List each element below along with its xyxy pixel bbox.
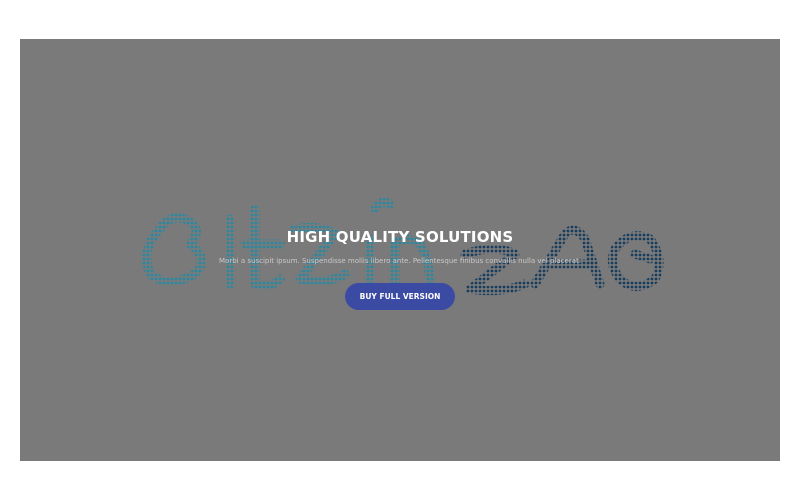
hero-subtitle: Morbi a suscipit ipsum. Suspendisse moll… [219, 257, 581, 265]
buy-full-version-button[interactable]: BUY FULL VERSION [345, 283, 455, 310]
hero-title: HIGH QUALITY SOLUTIONS [286, 228, 514, 246]
hero-section: HIGH QUALITY SOLUTIONS Morbi a suscipit … [20, 39, 780, 461]
hero-content: HIGH QUALITY SOLUTIONS Morbi a suscipit … [20, 225, 780, 310]
